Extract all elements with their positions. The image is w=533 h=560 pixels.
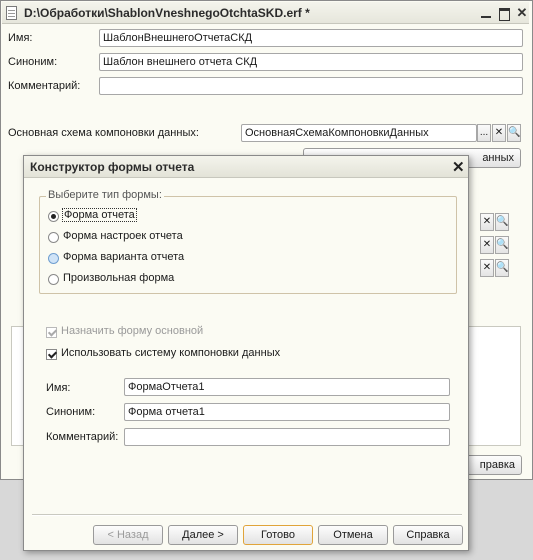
name-input[interactable]: ШаблонВнешнегоОтчетаСКД: [99, 29, 523, 47]
radio-variant-form[interactable]: [48, 253, 59, 264]
radio-report-form[interactable]: [48, 211, 59, 222]
synonym-label: Синоним:: [8, 56, 58, 68]
done-button[interactable]: Готово: [243, 525, 313, 545]
schema-label: Основная схема компоновки данных:: [8, 127, 199, 139]
document-icon: [6, 6, 17, 20]
dialog-comment-label: Комментарий:: [46, 431, 119, 443]
checkbox-use-dcs[interactable]: [46, 349, 57, 360]
checkbox-main-form-label: Назначить форму основной: [61, 325, 204, 337]
dialog-name-input[interactable]: ФормаОтчета1: [124, 378, 450, 396]
form-clear-icon-2[interactable]: ✕: [480, 236, 494, 254]
dialog-close-icon[interactable]: ✕: [452, 158, 465, 176]
schema-search-icon[interactable]: 🔍: [507, 124, 521, 142]
report-form-constructor-dialog: Конструктор формы отчета ✕ Выберите тип …: [23, 155, 469, 551]
radio-settings-form[interactable]: [48, 232, 59, 243]
comment-input[interactable]: [99, 77, 523, 95]
dialog-separator: [32, 514, 462, 516]
dialog-synonym-input[interactable]: Форма отчета1: [124, 403, 450, 421]
radio-arbitrary-form-label[interactable]: Произвольная форма: [63, 272, 174, 284]
maximize-button[interactable]: [496, 5, 512, 21]
checkbox-main-form: [46, 327, 57, 338]
checkbox-use-dcs-label[interactable]: Использовать систему компоновки данных: [61, 347, 280, 359]
comment-label: Комментарий:: [8, 80, 81, 92]
minimize-button[interactable]: [478, 5, 494, 21]
radio-report-form-label[interactable]: Форма отчета: [62, 208, 137, 222]
dialog-name-label: Имя:: [46, 382, 71, 394]
main-title-bar: D:\Обработки\ShablonVneshnegoOtchtaSKD.e…: [2, 2, 529, 24]
dialog-synonym-label: Синоним:: [46, 406, 96, 418]
form-clear-icon-3[interactable]: ✕: [480, 259, 494, 277]
schema-select-button[interactable]: ...: [477, 124, 491, 142]
dialog-title: Конструктор формы отчета: [30, 160, 195, 174]
dialog-title-bar: Конструктор формы отчета ✕: [24, 156, 468, 178]
dialog-comment-input[interactable]: [124, 428, 450, 446]
next-button[interactable]: Далее >: [168, 525, 238, 545]
form-search-icon-2[interactable]: 🔍: [495, 236, 509, 254]
close-main-window-button[interactable]: ✕: [514, 5, 530, 21]
cancel-button[interactable]: Отмена: [318, 525, 388, 545]
form-clear-icon-1[interactable]: ✕: [480, 213, 494, 231]
radio-variant-form-label[interactable]: Форма варианта отчета: [63, 251, 184, 263]
form-type-group-title: Выберите тип формы:: [46, 189, 164, 201]
form-search-icon-1[interactable]: 🔍: [495, 213, 509, 231]
back-button: < Назад: [93, 525, 163, 545]
form-search-icon-3[interactable]: 🔍: [495, 259, 509, 277]
schema-input[interactable]: ОсновнаяСхемаКомпоновкиДанных: [241, 124, 477, 142]
radio-settings-form-label[interactable]: Форма настроек отчета: [63, 230, 183, 242]
schema-clear-icon[interactable]: ✕: [492, 124, 506, 142]
radio-arbitrary-form[interactable]: [48, 274, 59, 285]
main-window-title: D:\Обработки\ShablonVneshnegoOtchtaSKD.e…: [24, 6, 310, 20]
help-button[interactable]: Справка: [393, 525, 463, 545]
synonym-input[interactable]: Шаблон внешнего отчета СКД: [99, 53, 523, 71]
name-label: Имя:: [8, 32, 33, 44]
